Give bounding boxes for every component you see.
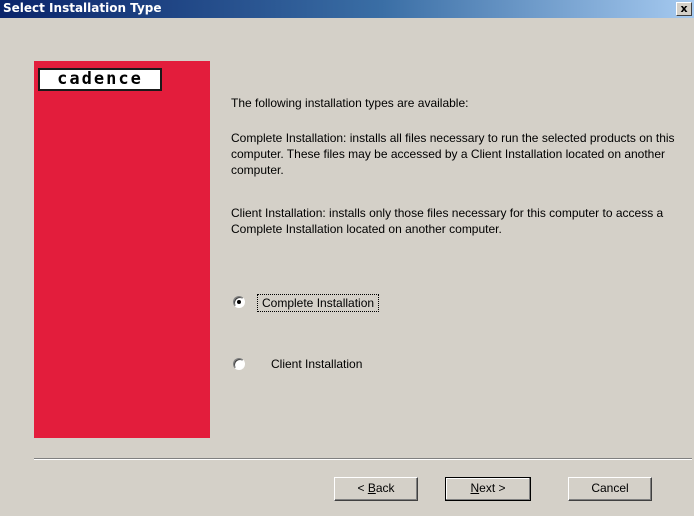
client-description: Client Installation: installs only those… (231, 206, 664, 236)
radio-complete[interactable] (233, 296, 245, 308)
close-button[interactable]: x (676, 2, 692, 16)
logo-text: cadence (57, 69, 143, 89)
close-icon: x (680, 2, 688, 15)
back-button[interactable]: < Back (334, 477, 418, 501)
complete-description: Complete Installation: installs all file… (231, 131, 675, 177)
radio-client[interactable] (233, 358, 245, 370)
cadence-logo: cadence (38, 68, 162, 91)
footer-separator (34, 458, 692, 460)
window-title: Select Installation Type (3, 1, 162, 15)
next-button[interactable]: Next > (445, 477, 531, 501)
back-prefix: < (357, 481, 368, 495)
title-bar: Select Installation Type x (0, 0, 694, 18)
next-label: ext > (479, 481, 506, 495)
brand-side-panel: cadence (34, 61, 210, 438)
complete-installation-label[interactable]: Complete Installation (257, 294, 380, 312)
back-label: ack (375, 481, 395, 495)
intro-text: The following installation types are ava… (231, 96, 469, 110)
back-mnemonic: B (367, 481, 376, 495)
radio-selected-dot (237, 300, 241, 304)
cancel-button[interactable]: Cancel (568, 477, 652, 501)
client-installation-label[interactable]: Client Installation (267, 356, 366, 372)
next-mnemonic: N (470, 481, 480, 495)
client-description-clip: Client Installation: installs only those… (231, 205, 691, 251)
